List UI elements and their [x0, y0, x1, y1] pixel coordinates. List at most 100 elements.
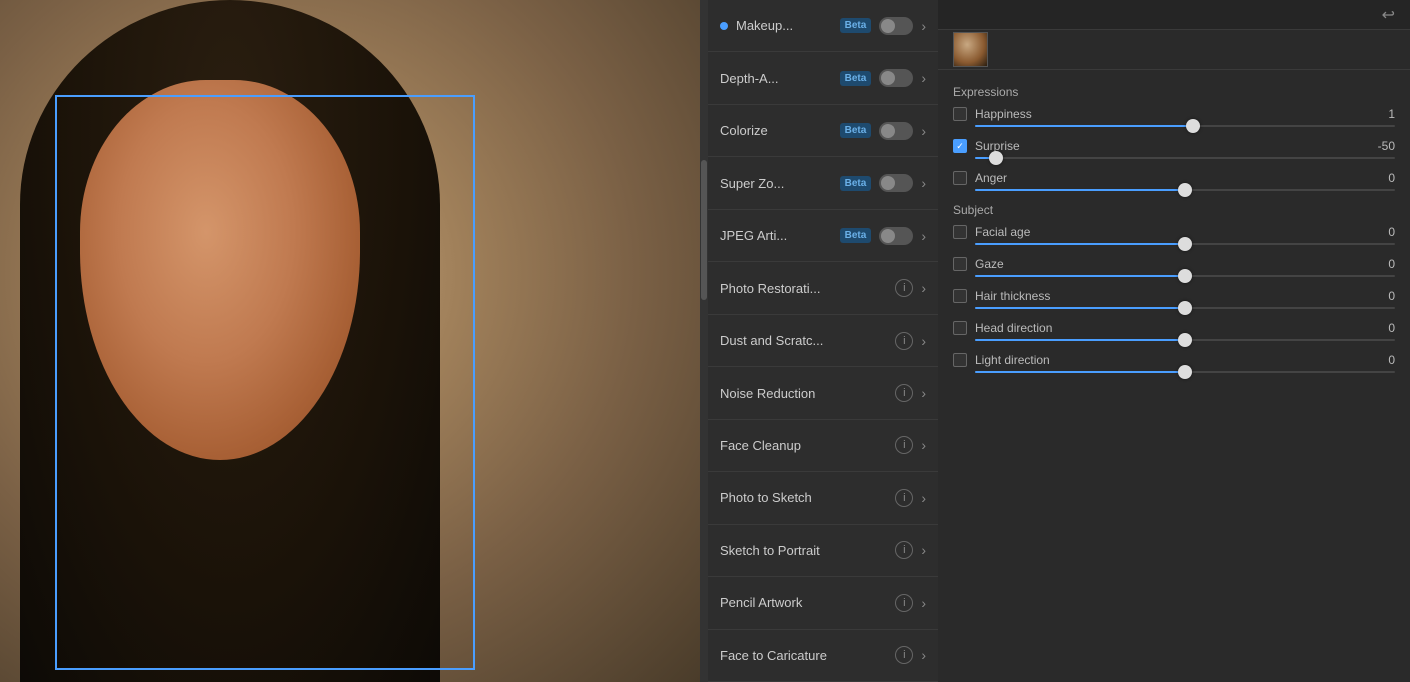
tool-item-pencil-artwork[interactable]: Pencil Artworki› [708, 577, 938, 629]
beta-badge-super-zoom: Beta [840, 176, 872, 191]
control-value-light-direction: 0 [1370, 353, 1395, 367]
slider-thumb-happiness[interactable] [1186, 119, 1200, 133]
checkbox-hair-thickness[interactable] [953, 289, 967, 303]
tool-item-dust-scratc[interactable]: Dust and Scratc... i › [708, 315, 938, 367]
slider-thumb-gaze[interactable] [1178, 269, 1192, 283]
control-row-anger: Anger0 [953, 171, 1395, 191]
control-header-anger: Anger0 [953, 171, 1395, 185]
toggle-super-zoom[interactable] [879, 174, 913, 192]
control-name-light-direction: Light direction [975, 353, 1362, 367]
scrollbar-thumb[interactable] [701, 160, 707, 300]
tool-label-dust-scratc: Dust and Scratc... [720, 333, 887, 348]
chevron-icon-pencil-artwork: › [921, 595, 926, 611]
control-row-light-direction: Light direction 0 [953, 353, 1395, 373]
chevron-icon-jpeg-arti: › [921, 228, 926, 244]
checkbox-light-direction[interactable] [953, 353, 967, 367]
tool-item-photo-restorati[interactable]: Photo Restorati... i › [708, 262, 938, 314]
control-name-anger: Anger [975, 171, 1362, 185]
info-icon-face-cleanup[interactable]: i [895, 436, 913, 454]
toggle-makeup[interactable] [879, 17, 913, 35]
slider-thumb-head-direction[interactable] [1178, 333, 1192, 347]
chevron-icon-super-zoom: › [921, 175, 926, 191]
control-name-head-direction: Head direction [975, 321, 1362, 335]
info-icon-photo-restorati[interactable]: i [895, 279, 913, 297]
slider-container-surprise [953, 157, 1395, 159]
slider-track-surprise[interactable] [975, 157, 1395, 159]
portrait-background [0, 0, 700, 682]
checkbox-facial-age[interactable] [953, 225, 967, 239]
slider-fill-head-direction [975, 339, 1185, 341]
control-header-happiness: Happiness1 [953, 107, 1395, 121]
tool-label-face-cleanup: Face Cleanup [720, 438, 887, 453]
slider-thumb-light-direction[interactable] [1178, 365, 1192, 379]
slider-track-facial-age[interactable] [975, 243, 1395, 245]
toggle-colorize[interactable] [879, 122, 913, 140]
chevron-icon-sketch-to-portrait: › [921, 542, 926, 558]
tool-item-face-cleanup[interactable]: Face Cleanupi› [708, 420, 938, 472]
thumbnail-area [938, 30, 1410, 70]
tool-item-super-zoom[interactable]: Super Zo...Beta› [708, 157, 938, 209]
control-value-head-direction: 0 [1370, 321, 1395, 335]
chevron-icon-photo-to-sketch: › [921, 490, 926, 506]
chevron-icon-photo-restorati: › [921, 280, 926, 296]
tool-item-makeup[interactable]: Makeup...Beta› [708, 0, 938, 52]
slider-track-hair-thickness[interactable] [975, 307, 1395, 309]
control-header-gaze: Gaze0 [953, 257, 1395, 271]
tool-item-sketch-to-portrait[interactable]: Sketch to Portraiti› [708, 525, 938, 577]
control-header-surprise: Surprise-50 [953, 139, 1395, 153]
slider-fill-anger [975, 189, 1185, 191]
undo-icon[interactable]: ↩ [1382, 5, 1395, 25]
slider-track-light-direction[interactable] [975, 371, 1395, 373]
control-header-hair-thickness: Hair thickness0 [953, 289, 1395, 303]
tool-item-face-to-caricature[interactable]: Face to Caricaturei› [708, 630, 938, 682]
slider-track-gaze[interactable] [975, 275, 1395, 277]
checkbox-gaze[interactable] [953, 257, 967, 271]
info-icon-face-to-caricature[interactable]: i [895, 646, 913, 664]
slider-track-head-direction[interactable] [975, 339, 1395, 341]
slider-container-facial-age [953, 243, 1395, 245]
slider-thumb-surprise[interactable] [989, 151, 1003, 165]
control-header-head-direction: Head direction 0 [953, 321, 1395, 335]
control-value-gaze: 0 [1370, 257, 1395, 271]
control-header-light-direction: Light direction 0 [953, 353, 1395, 367]
info-icon-pencil-artwork[interactable]: i [895, 594, 913, 612]
right-content: Expressions Happiness1Surprise-50Anger0 … [938, 70, 1410, 682]
active-dot [720, 22, 728, 30]
slider-container-anger [953, 189, 1395, 191]
slider-thumb-facial-age[interactable] [1178, 237, 1192, 251]
chevron-icon-depth-a: › [921, 70, 926, 86]
tool-item-depth-a[interactable]: Depth-A... Beta › [708, 52, 938, 104]
checkbox-happiness[interactable] [953, 107, 967, 121]
thumbnail-image [953, 32, 988, 67]
info-icon-dust-scratc[interactable]: i [895, 332, 913, 350]
slider-thumb-anger[interactable] [1178, 183, 1192, 197]
tool-label-photo-restorati: Photo Restorati... [720, 281, 887, 296]
tool-label-jpeg-arti: JPEG Arti... [720, 228, 832, 243]
slider-container-happiness [953, 125, 1395, 127]
tool-item-colorize[interactable]: ColorizeBeta› [708, 105, 938, 157]
beta-badge-jpeg-arti: Beta [840, 228, 872, 243]
info-icon-sketch-to-portrait[interactable]: i [895, 541, 913, 559]
beta-badge-depth-a: Beta [840, 71, 872, 86]
chevron-icon-dust-scratc: › [921, 333, 926, 349]
info-icon-photo-to-sketch[interactable]: i [895, 489, 913, 507]
slider-track-anger[interactable] [975, 189, 1395, 191]
chevron-icon-noise-reduction: › [921, 385, 926, 401]
control-row-happiness: Happiness1 [953, 107, 1395, 127]
control-name-surprise: Surprise [975, 139, 1362, 153]
tool-item-jpeg-arti[interactable]: JPEG Arti... Beta › [708, 210, 938, 262]
checkbox-anger[interactable] [953, 171, 967, 185]
image-panel [0, 0, 700, 682]
tool-item-noise-reduction[interactable]: Noise Reductioni› [708, 367, 938, 419]
toggle-jpeg-arti[interactable] [879, 227, 913, 245]
checkbox-head-direction[interactable] [953, 321, 967, 335]
scrollbar-track[interactable] [700, 0, 708, 682]
tool-item-photo-to-sketch[interactable]: Photo to Sketchi› [708, 472, 938, 524]
tool-label-depth-a: Depth-A... [720, 71, 832, 86]
toggle-depth-a[interactable] [879, 69, 913, 87]
checkbox-surprise[interactable] [953, 139, 967, 153]
slider-track-happiness[interactable] [975, 125, 1395, 127]
info-icon-noise-reduction[interactable]: i [895, 384, 913, 402]
slider-thumb-hair-thickness[interactable] [1178, 301, 1192, 315]
control-row-surprise: Surprise-50 [953, 139, 1395, 159]
